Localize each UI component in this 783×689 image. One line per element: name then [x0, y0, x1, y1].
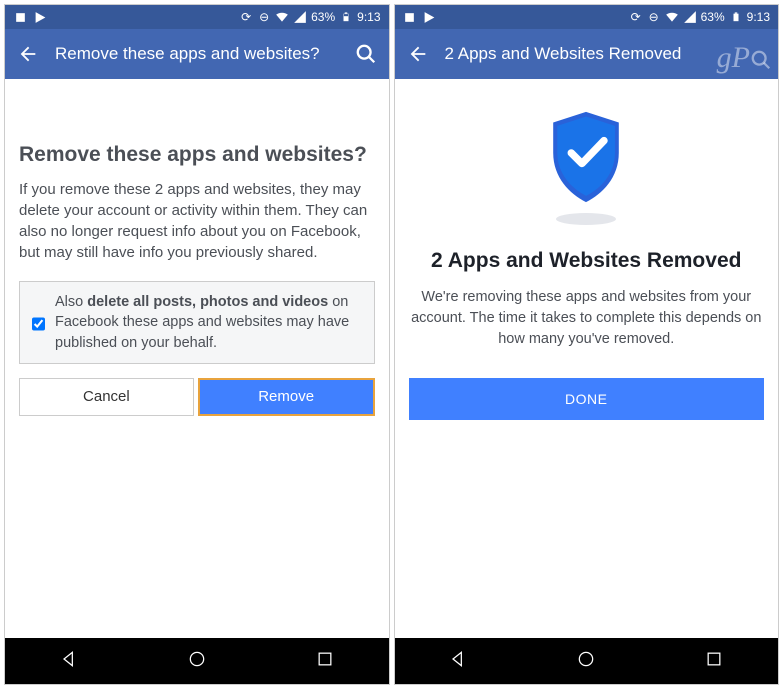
cancel-button[interactable]: Cancel: [19, 378, 194, 416]
nav-recents-icon[interactable]: [704, 649, 724, 674]
clock: 9:13: [357, 10, 380, 24]
content-area: 2 Apps and Websites Removed We're removi…: [395, 79, 779, 638]
battery-icon: [729, 10, 743, 24]
android-nav-bar: [395, 638, 779, 684]
app-bar: Remove these apps and websites?: [5, 29, 389, 79]
battery-percent: 63%: [701, 10, 725, 24]
delete-posts-checkbox[interactable]: [32, 295, 45, 353]
success-body: We're removing these apps and websites f…: [395, 287, 779, 350]
app-notification-icon-1: [13, 10, 27, 24]
appbar-title: 2 Apps and Websites Removed: [445, 44, 767, 64]
clock: 9:13: [747, 10, 770, 24]
delete-posts-checkbox-row[interactable]: Also delete all posts, photos and videos…: [19, 281, 375, 364]
phone-screen-2: ⟳ ⊖ 63% 9:13 2 Apps and Websites Removed…: [394, 4, 780, 685]
cell-signal-icon: [683, 10, 697, 24]
sync-icon: ⟳: [239, 10, 253, 24]
appbar-title: Remove these apps and websites?: [55, 44, 339, 64]
back-arrow-icon[interactable]: [17, 43, 39, 65]
nav-home-icon[interactable]: [187, 649, 207, 674]
cell-signal-icon: [293, 10, 307, 24]
back-arrow-icon[interactable]: [407, 43, 429, 65]
nav-recents-icon[interactable]: [315, 649, 335, 674]
page-heading: Remove these apps and websites?: [19, 143, 375, 167]
remove-button[interactable]: Remove: [198, 378, 375, 416]
shield-shadow: [556, 213, 616, 225]
shield-check-icon: [545, 107, 627, 207]
app-notification-icon-2: [33, 10, 47, 24]
shield-graphic: [395, 79, 779, 225]
nav-home-icon[interactable]: [576, 649, 596, 674]
content-area: Remove these apps and websites? If you r…: [5, 79, 389, 638]
battery-percent: 63%: [311, 10, 335, 24]
button-row: Cancel Remove: [19, 378, 375, 416]
app-notification-icon-1: [403, 10, 417, 24]
do-not-disturb-icon: ⊖: [257, 10, 271, 24]
success-heading: 2 Apps and Websites Removed: [395, 249, 779, 273]
app-bar: 2 Apps and Websites Removed: [395, 29, 779, 79]
nav-back-icon[interactable]: [59, 649, 79, 674]
wifi-icon: [665, 10, 679, 24]
app-notification-icon-2: [423, 10, 437, 24]
android-nav-bar: [5, 638, 389, 684]
wifi-icon: [275, 10, 289, 24]
checkbox-label: Also delete all posts, photos and videos…: [55, 292, 362, 353]
status-bar: ⟳ ⊖ 63% 9:13: [395, 5, 779, 29]
do-not-disturb-icon: ⊖: [647, 10, 661, 24]
phone-screen-1: ⟳ ⊖ 63% 9:13 Remove these apps and websi…: [4, 4, 390, 685]
status-bar: ⟳ ⊖ 63% 9:13: [5, 5, 389, 29]
done-button[interactable]: DONE: [409, 378, 765, 420]
sync-icon: ⟳: [629, 10, 643, 24]
warning-text: If you remove these 2 apps and websites,…: [19, 179, 375, 263]
search-icon[interactable]: [355, 43, 377, 65]
nav-back-icon[interactable]: [448, 649, 468, 674]
battery-icon: [339, 10, 353, 24]
